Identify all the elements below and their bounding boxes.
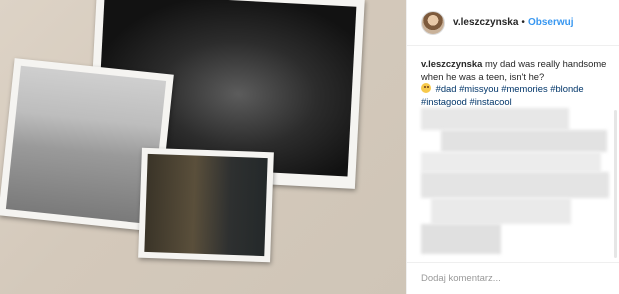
post-header: v.leszczynska • Obserwuj — [407, 0, 619, 46]
comments-scrollbar[interactable] — [614, 110, 617, 258]
instagram-post: v.leszczynska • Obserwuj v.leszczynska m… — [0, 0, 619, 294]
blurred-comment-block — [441, 130, 607, 152]
header-username[interactable]: v.leszczynska — [453, 17, 518, 28]
follow-button[interactable]: Obserwuj — [528, 17, 574, 28]
caption-hashtags[interactable]: #dad #missyou #memories #blonde #instago… — [421, 83, 584, 107]
caption: v.leszczynska my dad was really handsome… — [421, 58, 611, 108]
heart-eyes-emoji-icon — [421, 83, 431, 93]
comment-footer — [407, 262, 619, 294]
avatar[interactable] — [421, 10, 445, 35]
blurred-comment-block — [421, 172, 609, 198]
blurred-comment-block — [431, 198, 571, 224]
blurred-comments — [421, 108, 611, 258]
blurred-comment-block — [421, 152, 601, 172]
blurred-comment-block — [421, 224, 501, 254]
photo-print-uniform — [138, 147, 274, 263]
comment-input[interactable] — [421, 273, 601, 284]
blurred-comment-block — [421, 108, 569, 130]
post-photo[interactable] — [0, 0, 406, 294]
caption-username[interactable]: v.leszczynska — [421, 58, 482, 69]
separator-dot: • — [521, 17, 525, 28]
caption-area: v.leszczynska my dad was really handsome… — [421, 58, 611, 108]
post-sidebar: v.leszczynska • Obserwuj v.leszczynska m… — [406, 0, 619, 294]
